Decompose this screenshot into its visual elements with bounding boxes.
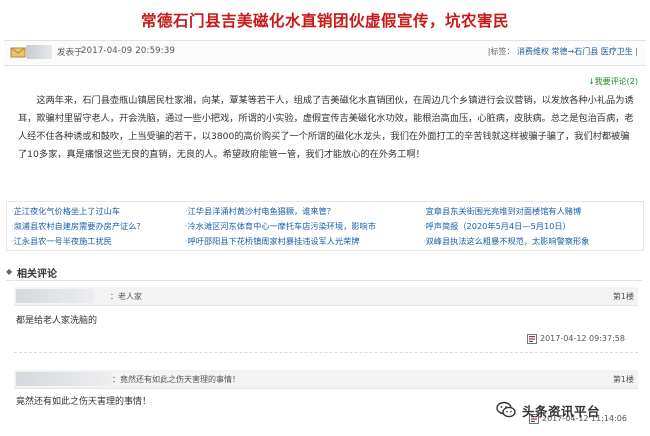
comment-floor: 第1楼: [612, 292, 634, 301]
commenter-name: ：老人家: [110, 292, 142, 301]
related-link[interactable]: ·芷江夜化气价格坐上了过山车: [11, 205, 120, 217]
related-links-box: ·芷江夜化气价格坐上了过山车 ·江华县洋涌村黄沙村电鱼猖獗，谁来管？ ·宜章县东…: [6, 201, 644, 251]
comment-header: ：竟然还有如此之伤天害理的事情！ 第1楼: [14, 370, 638, 389]
post-meta-bar: 发表于 2017-04-09 20:59:39 |标签： 消费维权 常德→石门县…: [4, 40, 646, 66]
quote-icon[interactable]: [527, 334, 537, 344]
post-time-label: 发表于: [57, 48, 83, 58]
comment-time: 2017-04-12 09:37:58: [540, 334, 625, 343]
related-links-row: ·芷江夜化气价格坐上了过山车 ·江华县洋涌村黄沙村电鱼猖獗，谁来管？ ·宜章县东…: [7, 205, 643, 221]
comments-section-header: ◆ 相关评论: [6, 264, 642, 281]
wechat-logo-icon: [496, 401, 516, 418]
page-title: 常德石门县吉美磁化水直销团伙虚假宣传，坑农害民: [140, 12, 509, 30]
author-avatar[interactable]: [26, 45, 52, 59]
comment-text: 竟然还有如此之伤天害理的事情！: [16, 397, 152, 407]
reply-link[interactable]: ↓我要评论(2): [588, 76, 638, 87]
commenter-avatar[interactable]: [16, 289, 94, 303]
related-link[interactable]: ·双峰县执法这么粗暴不规范，太影响警察形象: [423, 235, 589, 247]
comment-header: ：老人家 第1楼: [14, 287, 638, 306]
arrow-down-icon: ↓: [587, 77, 595, 86]
post-content: 这两年来，石门县壶瓶山镇居民杜家湘，向某，覃某等若干人，组成了吉美磁化水直销团伙…: [18, 95, 634, 160]
tags-end: |: [635, 47, 638, 56]
watermark-text: 头条资讯平台: [522, 403, 601, 419]
related-link[interactable]: ·江永县农一号半夜施工扰民: [11, 235, 112, 247]
post-tags: |标签： 消费维权 常德→石门县 医疗卫生 |: [488, 46, 638, 57]
related-link[interactable]: ·呼吁邵阳县下花桥镇周家村暴挂违设军人光荣牌: [185, 235, 360, 247]
reply-count-close: ): [634, 77, 638, 86]
tags-links[interactable]: 消费维权 常德→石门县 医疗卫生: [517, 47, 633, 56]
comments-section-label: 相关评论: [17, 269, 57, 280]
related-links-row: ·溆浦县农村自建房需要办房产证么？ ·冷水滩区河东体育中心一摩托车店污染环境，影…: [7, 220, 643, 236]
related-links-row: ·江永县农一号半夜施工扰民 ·呼吁邵阳县下花桥镇周家村暴挂违设军人光荣牌 ·双峰…: [7, 235, 643, 251]
diamond-bullet-icon: ◆: [6, 267, 13, 276]
post-time: 2017-04-09 20:59:39: [81, 46, 176, 56]
comment-text: 都是给老人家洗脑的: [16, 316, 98, 326]
related-link[interactable]: ·溆浦县农村自建房需要办房产证么？: [11, 220, 145, 232]
comment-floor: 第1楼: [612, 375, 634, 384]
reply-link-label: 我要评论: [594, 77, 627, 86]
related-link[interactable]: ·宜章县东关街围光亮堆到对面楼馆有人赌博: [423, 205, 581, 217]
watermark: 头条资讯平台: [496, 399, 600, 421]
related-link[interactable]: ·呼声简报（2020年5月4日—5月10日）: [423, 220, 571, 232]
post-icon: [10, 47, 26, 58]
tags-label: |标签：: [487, 47, 515, 56]
related-link[interactable]: ·江华县洋涌村黄沙村电鱼猖獗，谁来管？: [185, 205, 335, 217]
page: 常德石门县吉美磁化水直销团伙虚假宣传，坑农害民 发表于 2017-04-09 2…: [0, 0, 650, 436]
related-link[interactable]: ·冷水滩区河东体育中心一摩托车店污染环境，影响市: [185, 220, 376, 232]
commenter-avatar[interactable]: [16, 372, 112, 386]
commenter-name: ：竟然还有如此之伤天害理的事情！: [112, 375, 240, 384]
comment-divider: [14, 352, 638, 353]
